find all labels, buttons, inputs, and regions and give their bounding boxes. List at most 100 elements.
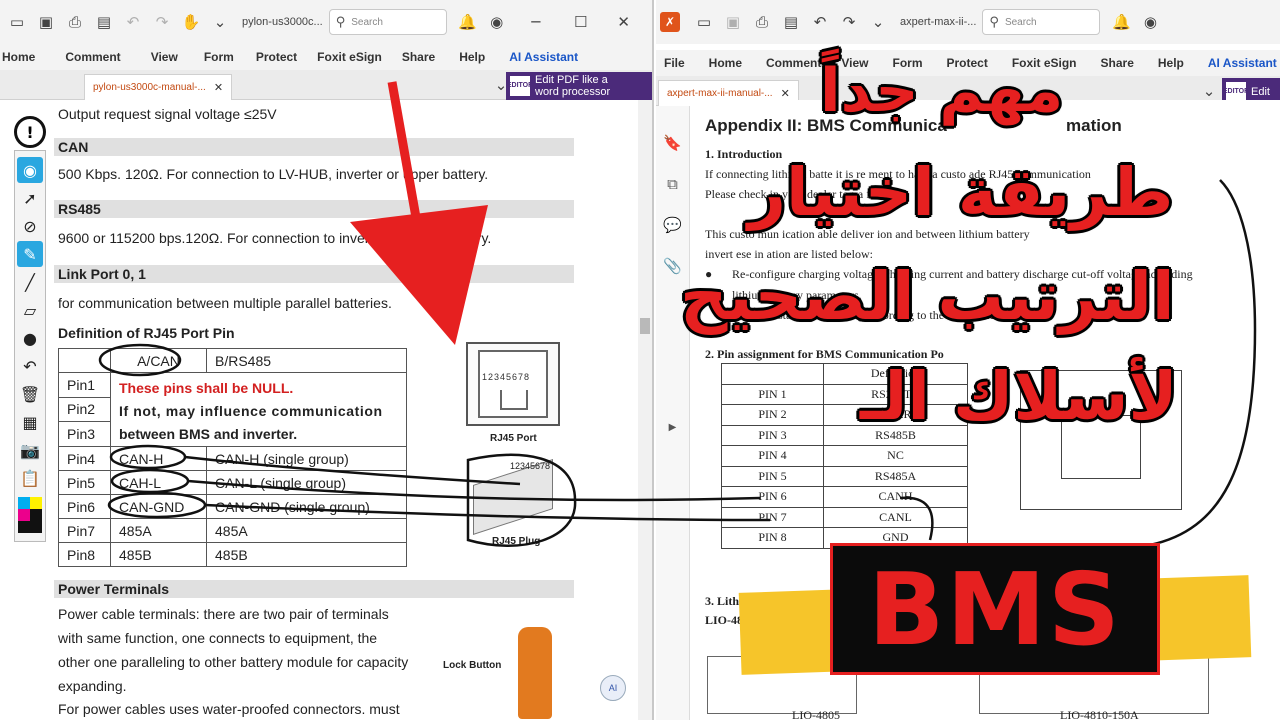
hand-tool-icon[interactable]: ✋	[178, 9, 204, 35]
minimize-icon[interactable]: ─	[523, 9, 549, 35]
menu-ai-assistant[interactable]: AI Assistant	[509, 50, 578, 64]
pin-b-value: CAN-L (single group)	[206, 470, 407, 495]
comment-icon[interactable]: 💬	[662, 214, 684, 236]
tab-close-icon[interactable]: ✕	[214, 81, 223, 94]
menu-home[interactable]: Home	[2, 50, 35, 64]
close-icon[interactable]: ✕	[611, 9, 637, 35]
power-line-5: For power cables uses water-proofed conn…	[58, 701, 400, 717]
whiteboard-icon[interactable]: ▦	[17, 409, 43, 435]
undo-icon[interactable]: ↶	[120, 9, 146, 35]
menu-help[interactable]: Help	[459, 50, 485, 64]
pen-icon[interactable]: ✎	[17, 241, 43, 267]
ai-assistant-float-icon[interactable]: AI	[600, 675, 626, 701]
redo-icon[interactable]: ↷	[836, 9, 862, 35]
left-vertical-scrollbar[interactable]	[638, 100, 652, 720]
marker-icon[interactable]: ╱	[17, 269, 43, 295]
save-icon[interactable]: ▣	[33, 9, 59, 35]
menu-help[interactable]: Help	[1158, 56, 1184, 70]
print-icon[interactable]: ⎙	[62, 9, 88, 35]
camera-icon[interactable]: 📷	[17, 437, 43, 463]
undo-stroke-icon[interactable]: ↶	[17, 353, 43, 379]
quick-access-dropdown-icon[interactable]: ⌄	[207, 9, 233, 35]
clipboard-icon[interactable]: 📋	[17, 465, 43, 491]
power-line-2: with same function, one connects to equi…	[58, 630, 378, 646]
new-document-icon[interactable]: ▤	[778, 9, 804, 35]
swatch-black-3[interactable]	[30, 521, 42, 533]
print-icon[interactable]: ⎙	[749, 9, 775, 35]
eraser-icon[interactable]: ▱	[17, 297, 43, 323]
rj45-port-digits: 12345678	[482, 372, 531, 382]
pin-label: Pin2	[58, 396, 111, 423]
menu-comment[interactable]: Comment	[766, 56, 821, 70]
table-row: PIN 7 CANL	[721, 506, 968, 528]
tab-close-icon[interactable]: ✕	[781, 87, 790, 100]
rj45-pin-table: A/CAN B/RS485 Pin1 These pins shall be N…	[58, 348, 407, 567]
bookmark-icon[interactable]: 🔖	[662, 132, 684, 154]
scrollbar-thumb[interactable]	[640, 318, 650, 334]
expand-panel-icon[interactable]: ▶	[662, 416, 684, 438]
pin-label: PIN 1	[721, 383, 824, 405]
pin-label: PIN 6	[721, 486, 824, 508]
rs485-description: 9600 or 115200 bps.120Ω. For connection …	[58, 230, 492, 246]
table-row: PIN 4 NC	[721, 445, 968, 467]
swatch-black-2[interactable]	[18, 521, 30, 533]
open-folder-icon[interactable]: ▭	[4, 9, 30, 35]
pages-icon[interactable]: ⧉	[662, 173, 684, 195]
undo-icon[interactable]: ↶	[807, 9, 833, 35]
eye-icon[interactable]: ◉	[17, 157, 43, 183]
pin-label: PIN 3	[721, 424, 824, 446]
quick-access-dropdown-icon[interactable]: ⌄	[865, 9, 891, 35]
menu-protect[interactable]: Protect	[256, 50, 297, 64]
menu-comment[interactable]: Comment	[65, 50, 120, 64]
swatch-black[interactable]	[30, 509, 42, 521]
swatch-yellow[interactable]	[30, 497, 42, 509]
can-heading: CAN	[54, 138, 574, 156]
color-swatches[interactable]	[18, 497, 42, 533]
pin-label: PIN 8	[721, 527, 824, 549]
rj45-port-illustration: 12345678	[466, 342, 560, 426]
table-cell	[58, 348, 111, 373]
null-note-line-3: between BMS and inverter.	[119, 426, 298, 442]
no-draw-icon[interactable]: ⊘	[17, 213, 43, 239]
bell-icon[interactable]: 🔔	[1108, 9, 1134, 35]
search-input[interactable]: ⚲ Search	[982, 9, 1101, 35]
pin-label: Pin5	[58, 470, 111, 495]
pointer-icon[interactable]: ➚	[17, 185, 43, 211]
dot-icon[interactable]: ●	[17, 325, 43, 351]
window-title: axpert-max-ii-...	[900, 16, 977, 28]
menu-share[interactable]: Share	[1101, 56, 1134, 70]
new-document-icon[interactable]: ▤	[91, 9, 117, 35]
menu-ai-assistant[interactable]: AI Assistant	[1208, 56, 1277, 70]
left-pdf-page: Output request signal voltage ≤25V CAN 5…	[48, 100, 638, 720]
menu-foxit-esign[interactable]: Foxit eSign	[317, 50, 382, 64]
trash-icon[interactable]: 🗑	[17, 381, 43, 407]
menu-share[interactable]: Share	[402, 50, 435, 64]
banner-line-2: word processor	[535, 86, 611, 98]
pin-a-value: CAN-H	[110, 446, 207, 471]
swatch-magenta[interactable]	[18, 509, 30, 521]
swatch-cyan[interactable]	[18, 497, 30, 509]
bell-icon[interactable]: 🔔	[455, 9, 481, 35]
table-header-b-rs485: B/RS485	[206, 348, 407, 373]
search-input[interactable]: ⚲ Search	[328, 9, 447, 35]
account-icon[interactable]: ◉	[1137, 9, 1163, 35]
power-line-1: Power cable terminals: there are two pai…	[58, 606, 389, 622]
menu-file[interactable]: File	[664, 56, 685, 70]
menu-form[interactable]: Form	[204, 50, 234, 64]
redo-icon[interactable]: ↷	[149, 9, 175, 35]
account-icon[interactable]: ◉	[484, 9, 510, 35]
pin-label: PIN 7	[721, 506, 824, 528]
lightbulb-icon: !	[14, 116, 46, 148]
power-line-4: expanding.	[58, 678, 127, 694]
menu-home[interactable]: Home	[709, 56, 742, 70]
edit-pdf-banner[interactable]: EDITOR Edit PDF like a word processor	[506, 72, 652, 100]
pin-label: PIN 5	[721, 465, 824, 487]
save-icon[interactable]: ▣	[720, 9, 746, 35]
open-folder-icon[interactable]: ▭	[691, 9, 717, 35]
maximize-icon[interactable]: ☐	[568, 9, 594, 35]
can-description: 500 Kbps. 120Ω. For connection to LV-HUB…	[58, 166, 489, 182]
menu-view[interactable]: View	[151, 50, 178, 64]
output-voltage-line: Output request signal voltage ≤25V	[58, 106, 277, 122]
document-tab[interactable]: pylon-us3000c-manual-... ✕	[84, 74, 233, 100]
document-tab-label: axpert-max-ii-manual-...	[667, 88, 773, 99]
